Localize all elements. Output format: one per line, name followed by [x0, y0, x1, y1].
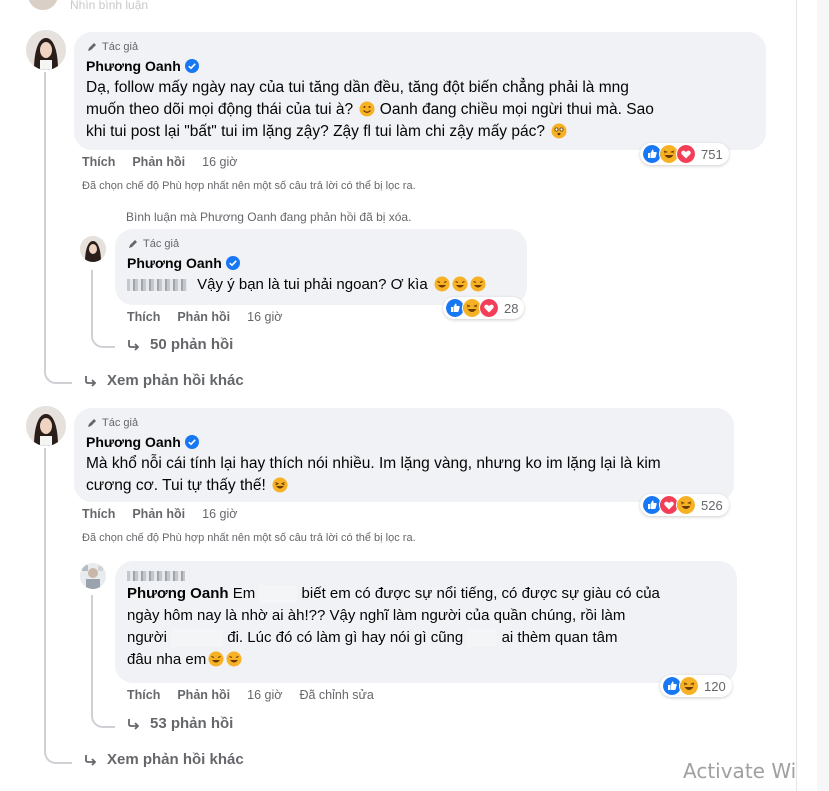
comment-text: Mà khổ nỗi cái tính lại hay thích nói nh…	[86, 455, 661, 494]
reply-bubble: Tác giả Phương Oanh Vậy ý bạn là tui phả…	[115, 229, 527, 305]
pencil-icon	[88, 419, 96, 427]
pencil-icon	[88, 43, 96, 51]
filter-notice: Đã chọn chế độ Phù hợp nhất nên một số c…	[82, 180, 416, 192]
pencil-icon	[129, 240, 137, 248]
timestamp[interactable]: 16 giờ	[247, 688, 282, 702]
like-button[interactable]: Thích	[127, 310, 160, 324]
redacted-text	[467, 629, 498, 648]
author-name[interactable]: Phương Oanh	[86, 58, 181, 74]
grinning-emoji-icon	[272, 477, 288, 493]
redacted-text	[171, 629, 224, 648]
mention-link[interactable]: Phương Oanh	[127, 585, 229, 602]
reply-button[interactable]: Phản hồi	[132, 507, 185, 521]
reaction-summary[interactable]: 751	[640, 143, 729, 165]
sweat-smile-emoji-icon	[359, 101, 375, 117]
timestamp[interactable]: 16 giờ	[202, 507, 237, 521]
love-icon	[676, 144, 696, 164]
author-badge-label: Tác giả	[143, 238, 180, 250]
author-badge: Tác giả	[86, 416, 722, 430]
reaction-count: 28	[504, 300, 519, 316]
avatar[interactable]	[28, 0, 58, 10]
view-more-replies-link[interactable]: Xem phản hồi khác	[84, 751, 244, 768]
author-badge: Tác giả	[86, 40, 754, 54]
laughing-emoji-icon	[470, 276, 486, 292]
love-icon	[479, 298, 499, 318]
like-button[interactable]: Thích	[82, 155, 115, 169]
scrollbar-divider	[796, 0, 797, 791]
author-badge-label: Tác giả	[102, 41, 139, 53]
reply-text: Vậy ý bạn là tui phải ngoan? Ơ kìa	[127, 274, 515, 296]
thread-connector	[44, 340, 72, 384]
redacted-mention	[127, 279, 187, 292]
reaction-summary[interactable]: 28	[443, 297, 525, 319]
laughing-emoji-icon	[452, 276, 468, 292]
reply-button[interactable]: Phản hồi	[132, 155, 185, 169]
scrollbar[interactable]	[817, 0, 829, 791]
author-avatar[interactable]	[26, 406, 66, 446]
redacted-commenter-name	[127, 567, 725, 581]
comment-bubble: Tác giả Phương Oanh Mà khổ nỗi cái tính …	[74, 408, 734, 502]
reply-arrow-icon	[128, 718, 140, 730]
view-replies-link[interactable]: 53 phản hồi	[127, 715, 233, 732]
deleted-parent-notice: Bình luận mà Phương Oanh đang phản hồi đ…	[126, 210, 412, 224]
reply-text: Phương Oanh Em biết em có được sự nổi ti…	[127, 585, 660, 668]
reaction-count: 120	[704, 678, 726, 694]
reaction-summary[interactable]: 120	[660, 675, 732, 697]
verified-icon	[184, 59, 199, 73]
reply-arrow-icon	[128, 339, 140, 351]
view-more-replies-link[interactable]: Xem phản hồi khác	[84, 372, 244, 389]
reaction-summary[interactable]: 526	[640, 494, 729, 516]
reply-actions: Thích Phản hồi 16 giờ	[127, 310, 299, 324]
thread-line	[91, 595, 93, 690]
author-name[interactable]: Phương Oanh	[127, 255, 222, 271]
haha-icon	[676, 495, 696, 515]
reply-button[interactable]: Phản hồi	[177, 688, 230, 702]
author-badge-label: Tác giả	[102, 417, 139, 429]
like-button[interactable]: Thích	[82, 507, 115, 521]
previous-comment-reactions	[603, 0, 753, 10]
verified-icon	[225, 256, 240, 270]
comment-actions: Thích Phản hồi 16 giờ	[82, 507, 254, 521]
reply-arrow-icon	[85, 754, 97, 766]
edited-label[interactable]: Đã chỉnh sửa	[299, 688, 373, 702]
author-name[interactable]: Phương Oanh	[86, 434, 181, 450]
thread-connector	[91, 690, 115, 728]
thread-connector	[91, 310, 115, 348]
laughing-emoji-icon	[434, 276, 450, 292]
commenter-avatar[interactable]	[80, 563, 106, 589]
like-button[interactable]: Thích	[127, 688, 160, 702]
timestamp[interactable]: 16 giờ	[202, 155, 237, 169]
redacted-text	[259, 585, 298, 604]
haha-icon	[679, 676, 699, 696]
timestamp[interactable]: 16 giờ	[247, 310, 282, 324]
filter-notice: Đã chọn chế độ Phù hợp nhất nên một số c…	[82, 532, 416, 544]
reply-button[interactable]: Phản hồi	[177, 310, 230, 324]
reaction-count: 526	[701, 497, 723, 513]
thread-connector	[44, 180, 80, 250]
thread-line	[44, 448, 46, 748]
author-avatar[interactable]	[26, 30, 66, 70]
view-replies-link[interactable]: 50 phản hồi	[127, 336, 233, 353]
previous-comment-footer: Nhìn bình luận	[70, 0, 149, 12]
comment-text: Dạ, follow mấy ngày nay của tui tăng dần…	[86, 79, 654, 140]
comment-section: Nhìn bình luận Tác giả Phương Oanh Dạ, f…	[0, 0, 829, 791]
comment-bubble: Tác giả Phương Oanh Dạ, follow mấy ngày …	[74, 32, 766, 150]
comment-actions: Thích Phản hồi 16 giờ	[82, 155, 254, 169]
laughing-emoji-icon	[226, 651, 242, 667]
windows-activation-watermark: Activate Wi	[683, 759, 797, 783]
author-avatar[interactable]	[80, 236, 106, 262]
thread-connector	[44, 720, 72, 764]
laughing-emoji-icon	[208, 651, 224, 667]
reply-arrow-icon	[85, 375, 97, 387]
reply-bubble: Phương Oanh Em biết em có được sự nổi ti…	[115, 561, 737, 683]
reaction-count: 751	[701, 146, 723, 162]
reply-actions: Thích Phản hồi 16 giờ Đã chỉnh sửa	[127, 688, 374, 702]
verified-icon	[184, 435, 199, 449]
author-badge: Tác giả	[127, 237, 515, 251]
flushed-emoji-icon	[551, 123, 567, 139]
